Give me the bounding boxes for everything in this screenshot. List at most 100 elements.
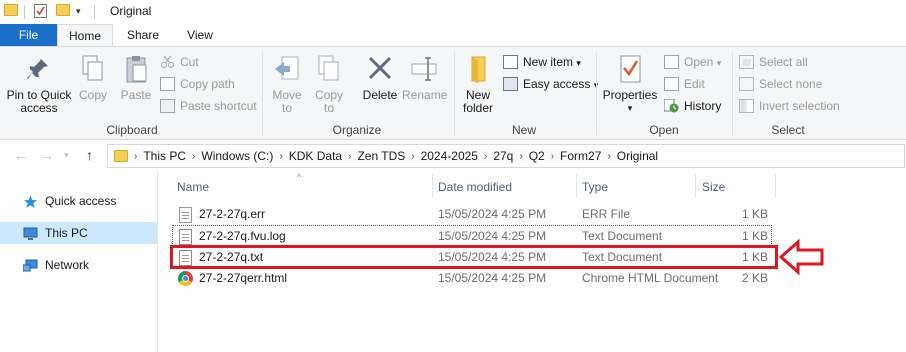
pin-to-quick-access-button[interactable]: Pin to Quick access xyxy=(4,53,74,115)
move-to-icon xyxy=(272,53,302,85)
sidebar-item-network[interactable]: Network xyxy=(0,254,157,276)
breadcrumb-form27[interactable]: Form27 xyxy=(560,149,601,163)
edit-button[interactable]: Edit xyxy=(664,75,705,93)
easy-access-button[interactable]: Easy access ▾ xyxy=(503,75,598,93)
copy-button[interactable]: Copy xyxy=(76,53,110,102)
tab-view[interactable]: View xyxy=(173,24,227,46)
breadcrumb-q2[interactable]: Q2 xyxy=(529,149,545,163)
properties-checkmark-icon[interactable] xyxy=(34,4,47,18)
sidebar-item-label: Network xyxy=(45,258,90,272)
breadcrumb-kdk-data[interactable]: KDK Data xyxy=(289,149,342,163)
annotation-arrow-icon xyxy=(778,238,826,276)
tab-file[interactable]: File xyxy=(0,24,57,46)
column-divider[interactable] xyxy=(695,174,696,198)
history-label: History xyxy=(684,99,722,113)
column-header-date-modified[interactable]: Date modified xyxy=(438,180,512,194)
chevron-right-icon[interactable]: › xyxy=(551,151,554,162)
column-header-type[interactable]: Type xyxy=(582,180,608,194)
new-folder-icon[interactable] xyxy=(56,4,70,16)
pin-label: Pin to Quick access xyxy=(6,88,72,115)
table-row[interactable]: 27-2-27q.fvu.log 15/05/2024 4:25 PM Text… xyxy=(173,226,773,247)
customize-toolbar-icon[interactable]: ▾ xyxy=(76,6,81,17)
column-header-name[interactable]: Name xyxy=(177,180,209,194)
table-row[interactable]: 27-2-27q.err 15/05/2024 4:25 PM ERR File… xyxy=(173,204,773,225)
sidebar-item-quick-access[interactable]: Quick access xyxy=(0,190,157,212)
edit-label: Edit xyxy=(684,77,705,91)
tab-share[interactable]: Share xyxy=(113,24,173,46)
divider xyxy=(24,5,25,19)
column-divider[interactable] xyxy=(576,174,577,198)
select-all-button[interactable]: Select all xyxy=(739,53,808,71)
paste-label: Paste xyxy=(120,88,152,102)
new-folder-label: New folder xyxy=(462,88,494,115)
column-divider[interactable] xyxy=(432,174,433,198)
breadcrumb-original[interactable]: Original xyxy=(617,149,658,163)
breadcrumb-zen-tds[interactable]: Zen TDS xyxy=(357,149,405,163)
back-arrow-icon[interactable]: ← xyxy=(14,147,28,163)
chevron-right-icon[interactable]: › xyxy=(348,151,351,162)
rename-button[interactable]: Rename xyxy=(402,53,448,102)
new-item-button[interactable]: New item ▾ xyxy=(503,53,581,71)
easy-access-icon xyxy=(503,77,518,91)
new-item-label: New item xyxy=(523,55,574,69)
select-all-icon xyxy=(739,55,754,69)
sidebar-item-this-pc[interactable]: This PC xyxy=(0,222,157,244)
invert-selection-button[interactable]: Invert selection xyxy=(739,97,840,115)
breadcrumb-this-pc[interactable]: This PC xyxy=(143,149,186,163)
select-none-button[interactable]: Select none xyxy=(739,75,822,93)
file-date: 15/05/2024 4:25 PM xyxy=(438,229,547,243)
properties-label: Properties xyxy=(602,88,658,102)
breadcrumb-windows-c[interactable]: Windows (C:) xyxy=(201,149,273,163)
open-button[interactable]: Open ▾ xyxy=(664,53,721,71)
file-icon xyxy=(179,207,192,223)
recent-locations-icon[interactable]: ▾ xyxy=(64,150,69,161)
file-size: 2 KB xyxy=(741,271,768,285)
chevron-right-icon[interactable]: › xyxy=(192,151,195,162)
column-divider[interactable] xyxy=(775,174,776,198)
column-header-size[interactable]: Size xyxy=(702,180,725,194)
copy-path-icon xyxy=(160,77,175,91)
copy-path-button[interactable]: Copy path xyxy=(160,75,235,93)
delete-button[interactable]: Delete xyxy=(360,53,400,102)
dropdown-arrow-icon: ▾ xyxy=(576,58,581,68)
divider xyxy=(262,51,263,137)
navigation-pane: Quick access This PC Network xyxy=(0,172,158,352)
select-all-label: Select all xyxy=(759,55,808,69)
properties-button[interactable]: Properties ▾ xyxy=(602,53,658,115)
file-name: 27-2-27q.err xyxy=(199,207,266,221)
tab-home[interactable]: Home xyxy=(57,24,113,46)
pin-icon xyxy=(24,53,54,85)
move-to-button[interactable]: Move to xyxy=(268,53,306,115)
new-group-label: New xyxy=(511,123,536,137)
copy-to-button[interactable]: Copy to xyxy=(310,53,348,115)
chevron-right-icon[interactable]: › xyxy=(411,151,414,162)
table-row[interactable]: 27-2-27qerr.html 15/05/2024 4:25 PM Chro… xyxy=(173,268,773,289)
chevron-right-icon[interactable]: › xyxy=(279,151,282,162)
up-arrow-icon[interactable]: ↑ xyxy=(86,147,93,163)
open-group-label: Open xyxy=(649,123,679,137)
chevron-right-icon[interactable]: › xyxy=(607,151,610,162)
breadcrumb-27q[interactable]: 27q xyxy=(493,149,513,163)
chevron-right-icon[interactable]: › xyxy=(484,151,487,162)
address-bar[interactable]: › This PC › Windows (C:) › KDK Data › Ze… xyxy=(107,144,905,168)
paste-button[interactable]: Paste xyxy=(118,53,154,102)
window-title: Original xyxy=(110,4,152,18)
copy-path-label: Copy path xyxy=(180,77,235,91)
forward-arrow-icon[interactable]: → xyxy=(40,147,54,163)
paste-shortcut-button[interactable]: Paste shortcut xyxy=(160,97,257,115)
new-folder-button[interactable]: New folder xyxy=(458,53,498,115)
cut-button[interactable]: Cut xyxy=(160,53,199,71)
paste-shortcut-icon xyxy=(160,99,175,113)
chevron-right-icon[interactable]: › xyxy=(134,151,137,162)
clipboard-group-label: Clipboard xyxy=(106,123,158,137)
file-type: Chrome HTML Document xyxy=(582,271,719,285)
breadcrumb-2024-2025[interactable]: 2024-2025 xyxy=(421,149,478,163)
chevron-right-icon[interactable]: › xyxy=(519,151,522,162)
file-date: 15/05/2024 4:25 PM xyxy=(438,207,547,221)
chrome-icon xyxy=(178,271,193,286)
rename-label: Rename xyxy=(402,88,448,102)
ribbon-tabs: File Home Share View xyxy=(0,24,906,46)
dropdown-arrow-icon: ▾ xyxy=(627,103,633,113)
history-button[interactable]: History xyxy=(663,97,722,115)
title-bar: ▾ Original xyxy=(0,0,906,24)
